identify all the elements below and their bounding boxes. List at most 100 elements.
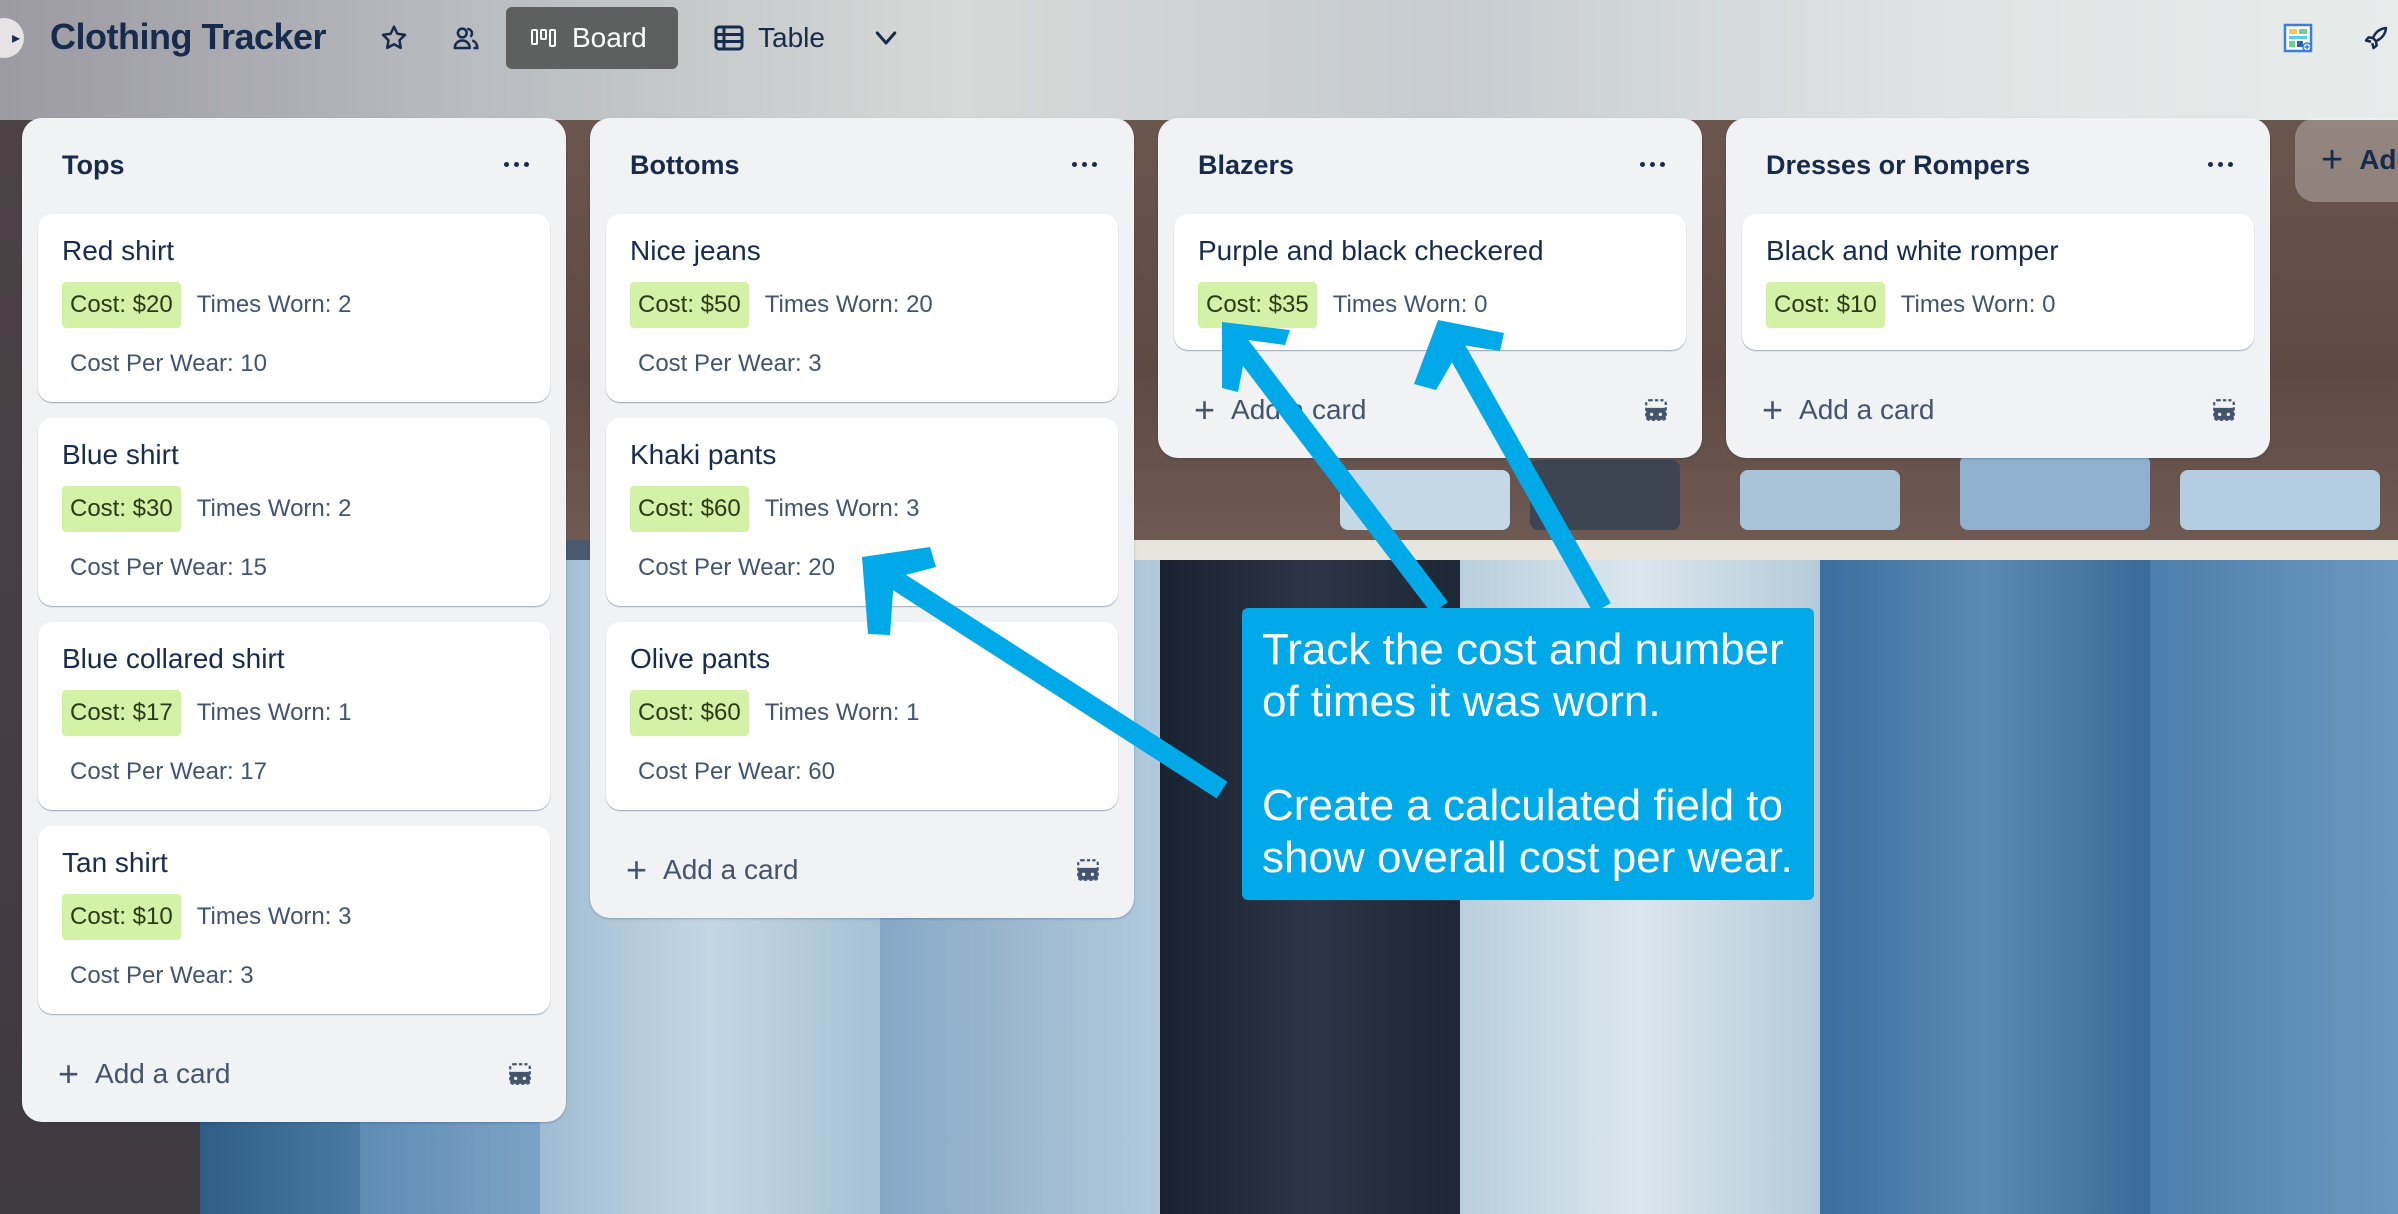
- background-jeans: [1820, 560, 2150, 1214]
- cost-per-wear-badge: Cost Per Wear: 10: [70, 350, 267, 377]
- plus-icon: +: [58, 1053, 80, 1094]
- card[interactable]: Khaki pants Cost: $60 Times Worn: 3 Cost…: [606, 418, 1118, 606]
- background-folded-jeans: [1960, 455, 2150, 530]
- add-list-button[interactable]: + Add another list: [2295, 118, 2398, 202]
- times-worn-badge: Times Worn: 1: [196, 699, 352, 726]
- cost-badge: Cost: $10: [1766, 282, 1885, 328]
- card-title: Blue shirt: [62, 439, 179, 470]
- list-footer: + Add a card: [590, 826, 1134, 918]
- list-menu-button[interactable]: [496, 144, 536, 184]
- view-tab-board-label: Board: [572, 22, 647, 53]
- sidebar-toggle-button[interactable]: ▸: [0, 18, 24, 58]
- card-badges: Cost: $10 Times Worn: 0: [1766, 282, 2230, 328]
- background-folded-jeans: [2180, 470, 2380, 530]
- card[interactable]: Tan shirt Cost: $10 Times Worn: 3 Cost P…: [38, 826, 550, 1014]
- list-title[interactable]: Dresses or Rompers: [1766, 150, 2030, 181]
- automation-button[interactable]: [2358, 20, 2394, 56]
- list-header: Blazers: [1158, 118, 1702, 214]
- card[interactable]: Nice jeans Cost: $50 Times Worn: 20 Cost…: [606, 214, 1118, 402]
- background-folded-jeans: [1740, 470, 1900, 530]
- cost-badge: Cost: $60: [630, 486, 749, 532]
- list-title[interactable]: Tops: [62, 150, 125, 181]
- card-badges: Cost: $60 Times Worn: 1: [630, 690, 1094, 736]
- list-blazers: Blazers Purple and black checkered Cost:…: [1158, 118, 1702, 458]
- card-template-icon: [509, 1063, 531, 1085]
- view-tab-table-label: Table: [758, 22, 825, 53]
- card-badges: Cost: $50 Times Worn: 20: [630, 282, 1094, 328]
- add-card-label: Add a card: [663, 854, 799, 885]
- add-card-label: Add a card: [1231, 394, 1367, 425]
- star-button[interactable]: [376, 20, 412, 56]
- list-footer: + Add a card: [1158, 366, 1702, 458]
- card-title: Khaki pants: [630, 439, 777, 470]
- board-title[interactable]: Clothing Tracker: [50, 16, 327, 58]
- add-card-button[interactable]: + Add a card: [1180, 384, 1380, 436]
- times-worn-badge: Times Worn: 3: [764, 495, 920, 522]
- cost-per-wear-badge: Cost Per Wear: 3: [638, 350, 822, 377]
- card[interactable]: Blue collared shirt Cost: $17 Times Worn…: [38, 622, 550, 810]
- add-card-label: Add a card: [95, 1058, 231, 1089]
- list-header: Tops: [22, 118, 566, 214]
- more-icon-dot: [2217, 161, 2223, 167]
- add-card-label: Add a card: [1799, 394, 1935, 425]
- list-title[interactable]: Blazers: [1198, 150, 1294, 181]
- add-card-button[interactable]: + Add a card: [44, 1048, 244, 1100]
- workspace-members-icon: [453, 27, 479, 50]
- card[interactable]: Black and white romper Cost: $10 Times W…: [1742, 214, 2254, 350]
- list-menu-button[interactable]: [2200, 144, 2240, 184]
- card-template-icon: [1077, 859, 1099, 881]
- card-badges: Cost: $10 Times Worn: 3: [62, 894, 526, 940]
- card[interactable]: Purple and black checkered Cost: $35 Tim…: [1174, 214, 1686, 350]
- card-title: Black and white romper: [1766, 235, 2059, 266]
- card-title: Olive pants: [630, 643, 771, 674]
- more-icon: [1639, 161, 1645, 167]
- list-menu-button[interactable]: [1632, 144, 1672, 184]
- times-worn-badge: Times Worn: 3: [196, 903, 352, 930]
- cost-badge: Cost: $17: [62, 690, 181, 736]
- cost-per-wear-badge: Cost Per Wear: 15: [70, 554, 267, 581]
- more-icon-dot: [513, 161, 519, 167]
- chevron-down-icon: [875, 31, 897, 45]
- create-from-template-button[interactable]: [500, 1054, 540, 1094]
- plus-icon: +: [1762, 389, 1784, 430]
- add-card-button[interactable]: + Add a card: [612, 844, 812, 896]
- more-views-button[interactable]: [868, 20, 904, 56]
- card[interactable]: Red shirt Cost: $20 Times Worn: 2 Cost P…: [38, 214, 550, 402]
- times-worn-badge: Times Worn: 2: [196, 291, 352, 318]
- list-menu-button[interactable]: [1064, 144, 1104, 184]
- list-tops: Tops Red shirt Cost: $20 Times Worn: 2 C…: [22, 118, 566, 1122]
- card[interactable]: Olive pants Cost: $60 Times Worn: 1 Cost…: [606, 622, 1118, 810]
- power-ups-button[interactable]: [2280, 20, 2316, 56]
- more-icon-dot: [1659, 161, 1665, 167]
- background-folded-jeans: [1530, 460, 1680, 530]
- create-from-template-button[interactable]: [1068, 850, 1108, 890]
- more-icon-dot: [1091, 161, 1097, 167]
- cost-per-wear-badge: Cost Per Wear: 17: [70, 758, 267, 785]
- create-from-template-button[interactable]: [2204, 390, 2244, 430]
- plus-icon: +: [2321, 138, 2344, 181]
- more-icon-dot: [1081, 161, 1087, 167]
- add-card-button[interactable]: + Add a card: [1748, 384, 1948, 436]
- list-title[interactable]: Bottoms: [630, 150, 740, 181]
- visibility-button[interactable]: [448, 20, 484, 56]
- annotation-text-track: Track the cost and number of times it wa…: [1262, 625, 1784, 726]
- star-icon: [381, 25, 407, 50]
- card[interactable]: Blue shirt Cost: $30 Times Worn: 2 Cost …: [38, 418, 550, 606]
- more-icon-dot: [523, 161, 529, 167]
- list-footer: + Add a card: [22, 1030, 566, 1122]
- plus-icon: +: [1194, 389, 1216, 430]
- times-worn-badge: Times Worn: 2: [196, 495, 352, 522]
- board-icon: [531, 29, 556, 47]
- card-title: Red shirt: [62, 235, 175, 266]
- view-tab-table[interactable]: Table: [690, 7, 849, 69]
- create-from-template-button[interactable]: [1636, 390, 1676, 430]
- cost-per-wear-badge: Cost Per Wear: 3: [70, 962, 254, 989]
- list-footer: + Add a card: [1726, 366, 2270, 458]
- power-up-icon: [2283, 23, 2313, 53]
- card-template-icon: [1645, 399, 1667, 421]
- card-title: Tan shirt: [62, 847, 168, 878]
- card-badges: Cost: $60 Times Worn: 3: [630, 486, 1094, 532]
- list-header: Bottoms: [590, 118, 1134, 214]
- view-tab-board[interactable]: Board: [506, 7, 678, 69]
- background-jeans: [2150, 560, 2398, 1214]
